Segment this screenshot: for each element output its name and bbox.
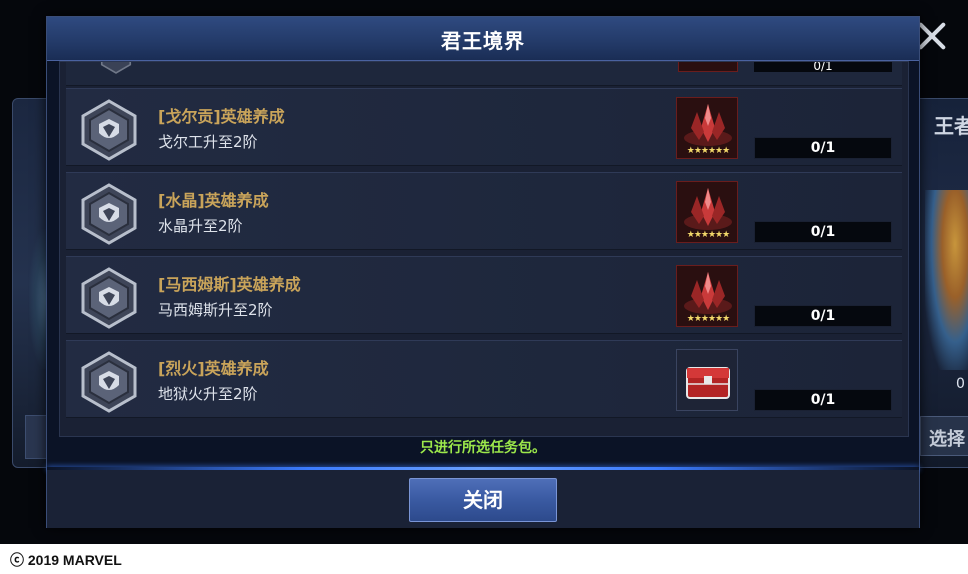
task-description: 水晶升至2阶 [158, 217, 243, 235]
progress-text: 0/1 [810, 140, 836, 156]
background-panel-count: 0 [956, 376, 965, 392]
close-icon[interactable] [916, 20, 948, 52]
modal-title: 君王境界 [441, 29, 525, 53]
shield-badge-icon [81, 267, 137, 329]
task-description: 戈尔工升至2阶 [158, 133, 258, 151]
task-list[interactable]: 0/1 [戈尔贡]英雄养成 戈尔工升至2阶 ★★★★★★ 0/1 [水晶]英雄养… [59, 61, 909, 437]
task-row[interactable]: [戈尔贡]英雄养成 戈尔工升至2阶 ★★★★★★ 0/1 [66, 88, 902, 166]
progress-text: 0/1 [810, 392, 836, 408]
reward-item-partial [678, 62, 738, 72]
reward-stars: ★★★★★★ [686, 314, 730, 324]
shield-badge-icon [100, 62, 132, 74]
task-description: 地狱火升至2阶 [158, 385, 258, 403]
progress-bar: 0/1 [754, 305, 892, 327]
progress-text: 0/1 [810, 224, 836, 240]
reward-stars: ★★★★★★ [686, 146, 730, 156]
background-select-label: 选择 [929, 429, 965, 450]
background-select-button: 选择 [920, 416, 968, 456]
progress-bar: 0/1 [754, 137, 892, 159]
task-modal: 君王境界 0/1 [戈尔贡]英雄养成 戈尔工升至2阶 ★★★★★★ 0/1 [水… [46, 16, 920, 528]
background-panel-title: 王者 [934, 114, 968, 138]
task-notice: 只进行所选任务包。 [420, 440, 546, 456]
modal-header: 君王境界 [47, 17, 919, 61]
shield-badge-icon [81, 99, 137, 161]
shield-badge-icon [81, 183, 137, 245]
background-hero-art-right [925, 190, 968, 370]
task-row-partial: 0/1 [66, 62, 902, 86]
task-title: [水晶]英雄养成 [158, 191, 269, 210]
progress-bar: 0/1 [754, 389, 892, 411]
task-title: [烈火]英雄养成 [158, 359, 269, 378]
modal-footer: 关闭 [47, 470, 919, 528]
ruby-crystal-reward-icon[interactable]: ★★★★★★ [676, 265, 738, 327]
progress-bar: 0/1 [754, 221, 892, 243]
shield-badge-icon [81, 351, 137, 413]
reward-stars: ★★★★★★ [686, 230, 730, 240]
ruby-crystal-reward-icon[interactable]: ★★★★★★ [676, 181, 738, 243]
task-row[interactable]: [马西姆斯]英雄养成 马西姆斯升至2阶 ★★★★★★ 0/1 [66, 256, 902, 334]
close-button[interactable]: 关闭 [409, 478, 557, 522]
task-description: 马西姆斯升至2阶 [158, 301, 273, 319]
copyright-text: ⓒ 2019 MARVEL [10, 552, 122, 568]
progress-text: 0/1 [810, 308, 836, 324]
task-title: [戈尔贡]英雄养成 [158, 107, 285, 126]
ruby-crystal-reward-icon[interactable]: ★★★★★★ [676, 97, 738, 159]
task-row[interactable]: [水晶]英雄养成 水晶升至2阶 ★★★★★★ 0/1 [66, 172, 902, 250]
task-title: [马西姆斯]英雄养成 [158, 275, 301, 294]
game-screen: 王者 0 选择 君王境界 0/1 [戈尔贡]英雄养成 戈尔工升至2阶 ★★★★★… [0, 0, 968, 544]
progress-bar-partial: 0/1 [754, 62, 892, 72]
task-row[interactable]: [烈火]英雄养成 地狱火升至2阶 0/1 [66, 340, 902, 418]
red-chest-reward-icon[interactable] [676, 349, 738, 411]
